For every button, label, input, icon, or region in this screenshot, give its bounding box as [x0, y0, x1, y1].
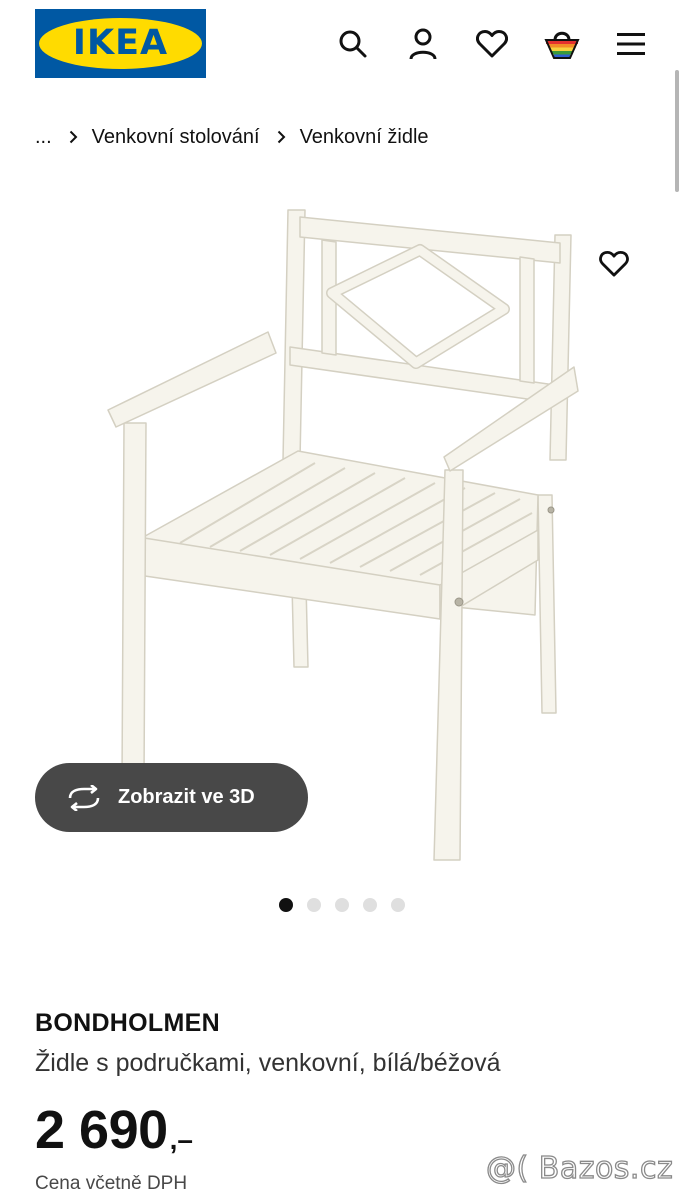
- product-name: BONDHOLMEN: [35, 1009, 220, 1037]
- view-in-3d-label: Zobrazit ve 3D: [118, 786, 255, 808]
- account-icon[interactable]: [403, 24, 443, 64]
- gallery-dot[interactable]: [363, 898, 377, 912]
- search-icon[interactable]: [333, 24, 373, 64]
- menu-icon[interactable]: [611, 24, 651, 64]
- product-description: Židle s područkami, venkovní, bílá/béžov…: [35, 1049, 501, 1077]
- breadcrumb: ... Venkovní stolování Venkovní židle: [35, 122, 429, 152]
- vat-note: Cena včetně DPH: [35, 1173, 188, 1194]
- logo-text: IKEA: [72, 23, 169, 63]
- breadcrumb-item-outdoor-dining[interactable]: Venkovní stolování: [92, 126, 260, 149]
- bazos-watermark: @( Bazos.cz: [485, 1150, 674, 1186]
- rotate-3d-icon: [65, 783, 103, 813]
- view-in-3d-button[interactable]: Zobrazit ve 3D: [35, 763, 308, 832]
- price-value: 2 690: [35, 1100, 168, 1160]
- breadcrumb-ellipsis[interactable]: ...: [35, 126, 52, 149]
- product-price: 2 690 ,–: [35, 1098, 193, 1162]
- scrollbar[interactable]: [675, 70, 679, 192]
- gallery-dot[interactable]: [307, 898, 321, 912]
- breadcrumb-item-outdoor-chairs[interactable]: Venkovní židle: [300, 126, 429, 149]
- chevron-right-icon: [277, 130, 286, 144]
- header: IKEA: [0, 0, 684, 90]
- ikea-logo[interactable]: IKEA: [35, 9, 206, 78]
- price-suffix: ,–: [169, 1124, 193, 1155]
- add-to-favourites-button[interactable]: [592, 242, 636, 286]
- heart-icon: [599, 251, 629, 277]
- gallery-dot[interactable]: [391, 898, 405, 912]
- chevron-right-icon: [69, 130, 78, 144]
- gallery-dot[interactable]: [335, 898, 349, 912]
- basket-icon[interactable]: [542, 24, 582, 64]
- heart-icon[interactable]: [472, 24, 512, 64]
- gallery-dot[interactable]: [279, 898, 293, 912]
- gallery-pagination: [279, 898, 419, 912]
